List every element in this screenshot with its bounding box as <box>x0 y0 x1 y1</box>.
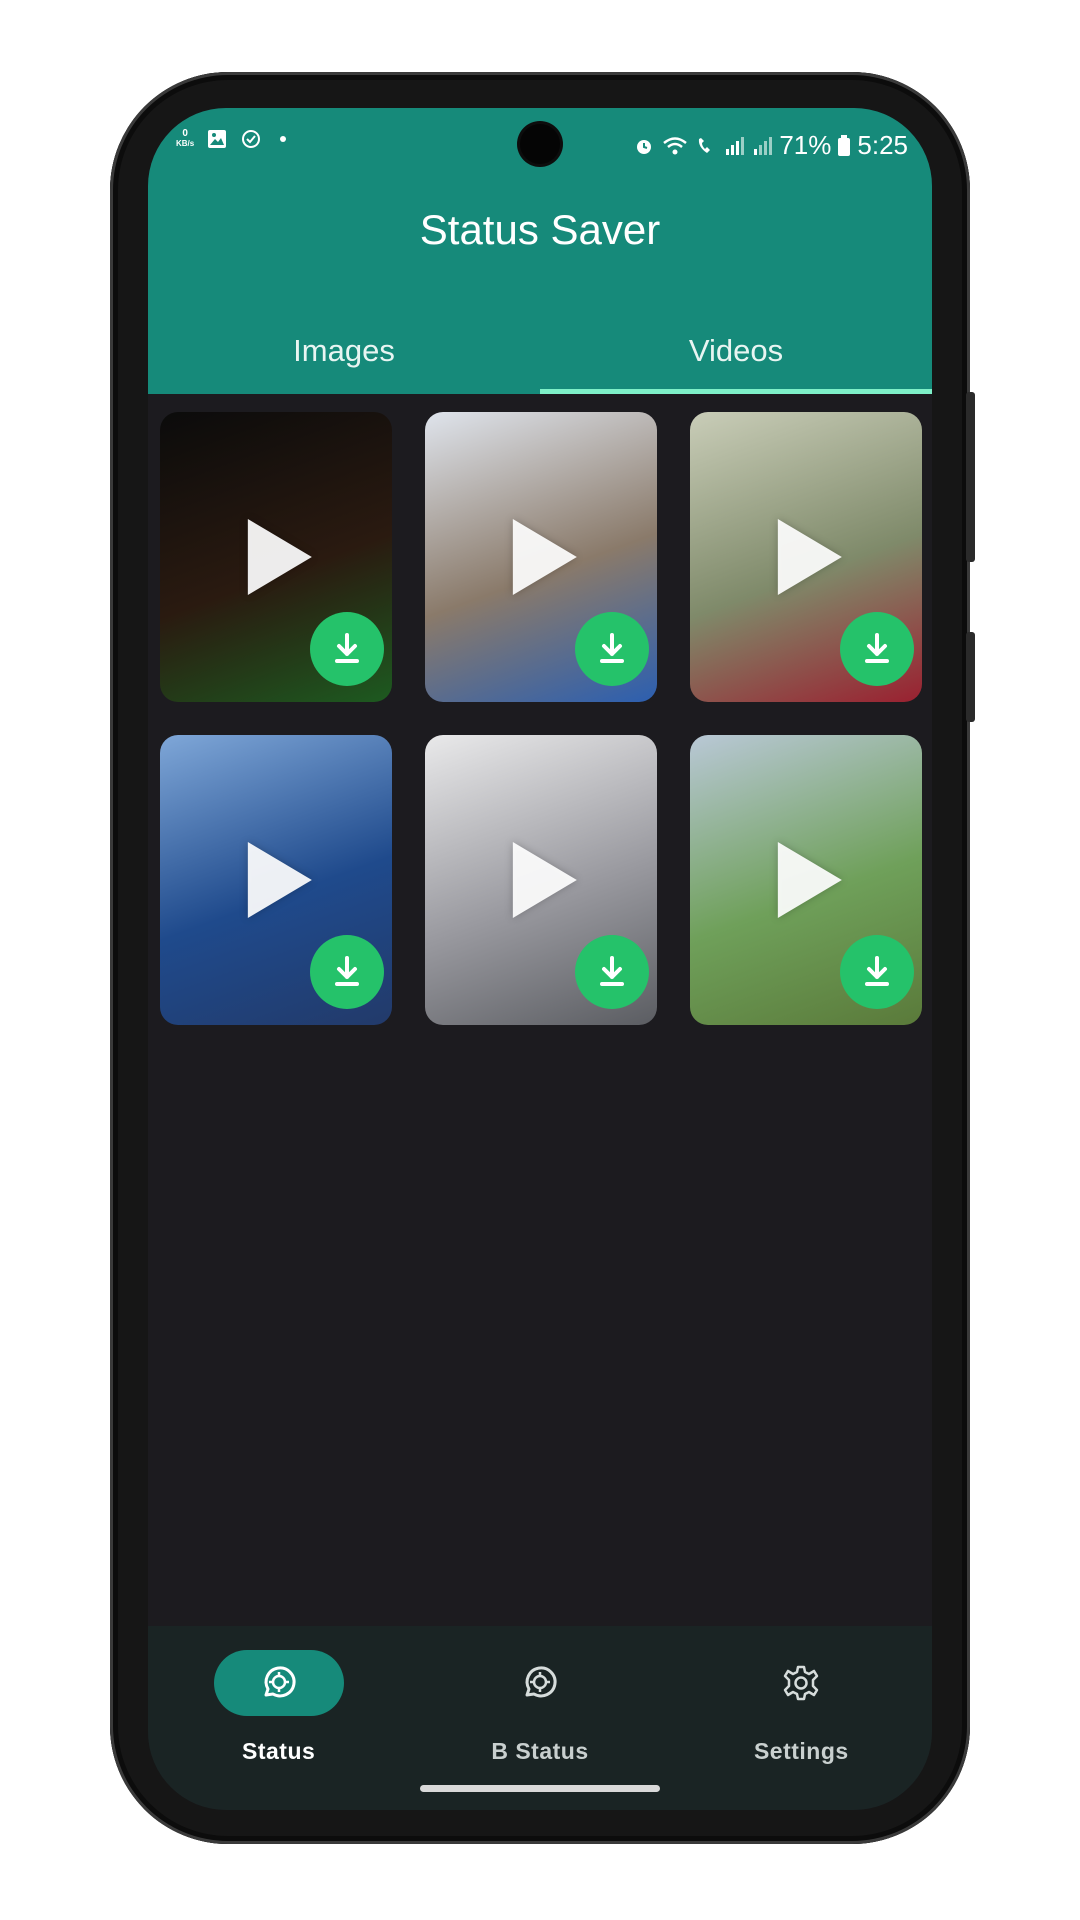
download-icon <box>600 633 624 663</box>
battery-percent: 71% <box>779 130 832 160</box>
front-camera <box>520 124 560 164</box>
download-icon <box>865 633 889 663</box>
tab-videos[interactable]: Videos <box>540 308 932 394</box>
signal-icon-2 <box>754 136 773 155</box>
network-speed: 0 KB/s <box>176 128 195 149</box>
download-button[interactable] <box>575 612 649 686</box>
wifi-icon <box>663 136 688 154</box>
signal-icon-1 <box>726 136 745 155</box>
notification-dot <box>280 136 287 142</box>
play-icon[interactable] <box>512 842 577 918</box>
battery-icon <box>838 134 851 156</box>
nav-status-label: Status <box>242 1738 316 1764</box>
nav-settings-label: Settings <box>753 1738 849 1764</box>
nav-b-status[interactable]: B Status <box>409 1626 670 1810</box>
home-indicator[interactable] <box>420 1785 660 1792</box>
nav-settings[interactable]: Settings <box>671 1626 932 1810</box>
check-circle-icon <box>242 130 261 148</box>
play-icon[interactable] <box>777 519 842 595</box>
gallery-icon <box>208 130 227 148</box>
bottom-navigation: Status B Status Settings <box>148 1626 932 1810</box>
download-button[interactable] <box>840 612 914 686</box>
download-button[interactable] <box>310 612 384 686</box>
app-screen: 0 KB/s 71% 5:25 Status Saver Images Vide… <box>148 108 932 1810</box>
power-button <box>966 632 975 722</box>
alarm-icon <box>637 139 652 154</box>
video-thumbnail[interactable] <box>690 412 922 702</box>
video-thumbnail[interactable] <box>690 735 922 1025</box>
video-thumbnail[interactable] <box>425 735 657 1025</box>
download-icon <box>865 956 889 986</box>
play-icon[interactable] <box>777 842 842 918</box>
video-thumbnail[interactable] <box>160 412 392 702</box>
play-icon[interactable] <box>247 519 312 595</box>
video-grid <box>160 412 922 1025</box>
app-bar: 0 KB/s 71% 5:25 Status Saver Images Vide… <box>148 108 932 394</box>
video-thumbnail[interactable] <box>425 412 657 702</box>
download-button[interactable] <box>840 935 914 1009</box>
status-bar: 0 KB/s 71% 5:25 <box>148 108 932 182</box>
download-button[interactable] <box>575 935 649 1009</box>
play-icon[interactable] <box>512 519 577 595</box>
download-icon <box>335 956 359 986</box>
nav-b-status-label: B Status <box>491 1738 589 1764</box>
status-icon <box>264 1666 296 1698</box>
download-icon <box>600 956 624 986</box>
video-thumbnail[interactable] <box>160 735 392 1025</box>
nav-status[interactable]: Status <box>148 1626 409 1810</box>
wifi-call-icon <box>699 137 711 153</box>
gear-icon <box>784 1665 819 1701</box>
download-button[interactable] <box>310 935 384 1009</box>
play-icon[interactable] <box>247 842 312 918</box>
page-title: Status Saver <box>419 206 661 253</box>
business-status-icon <box>525 1666 557 1698</box>
tab-images[interactable]: Images <box>148 308 540 394</box>
clock: 5:25 <box>857 130 908 160</box>
volume-button <box>966 392 975 562</box>
tab-bar: Images Videos <box>148 308 932 394</box>
download-icon <box>335 633 359 663</box>
